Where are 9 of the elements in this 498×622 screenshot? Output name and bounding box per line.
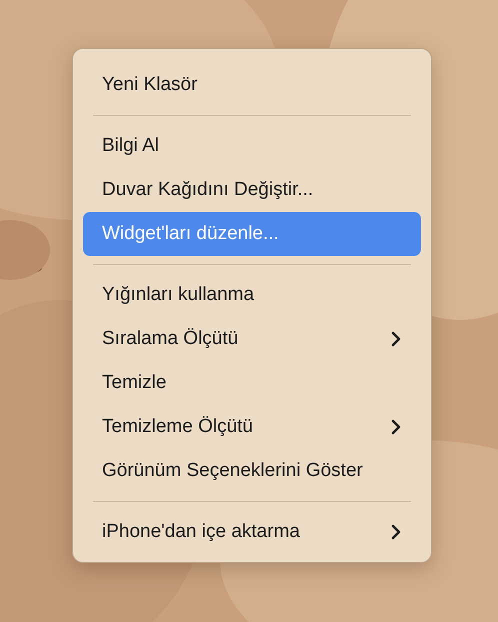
menu-item[interactable]: iPhone'dan içe aktarma [83,510,421,554]
menu-item[interactable]: Yeni Klasör [83,63,421,107]
menu-item[interactable]: Sıralama Ölçütü [83,317,421,361]
menu-item[interactable]: Bilgi Al [83,124,421,168]
menu-item[interactable]: Duvar Kağıdını Değiştir... [83,168,421,212]
menu-item[interactable]: Yığınları kullanma [83,273,421,317]
menu-item[interactable]: Görünüm Seçeneklerini Göster [83,449,421,493]
menu-item[interactable]: Temizleme Ölçütü [83,405,421,449]
menu-item[interactable]: Temizle [83,361,421,405]
